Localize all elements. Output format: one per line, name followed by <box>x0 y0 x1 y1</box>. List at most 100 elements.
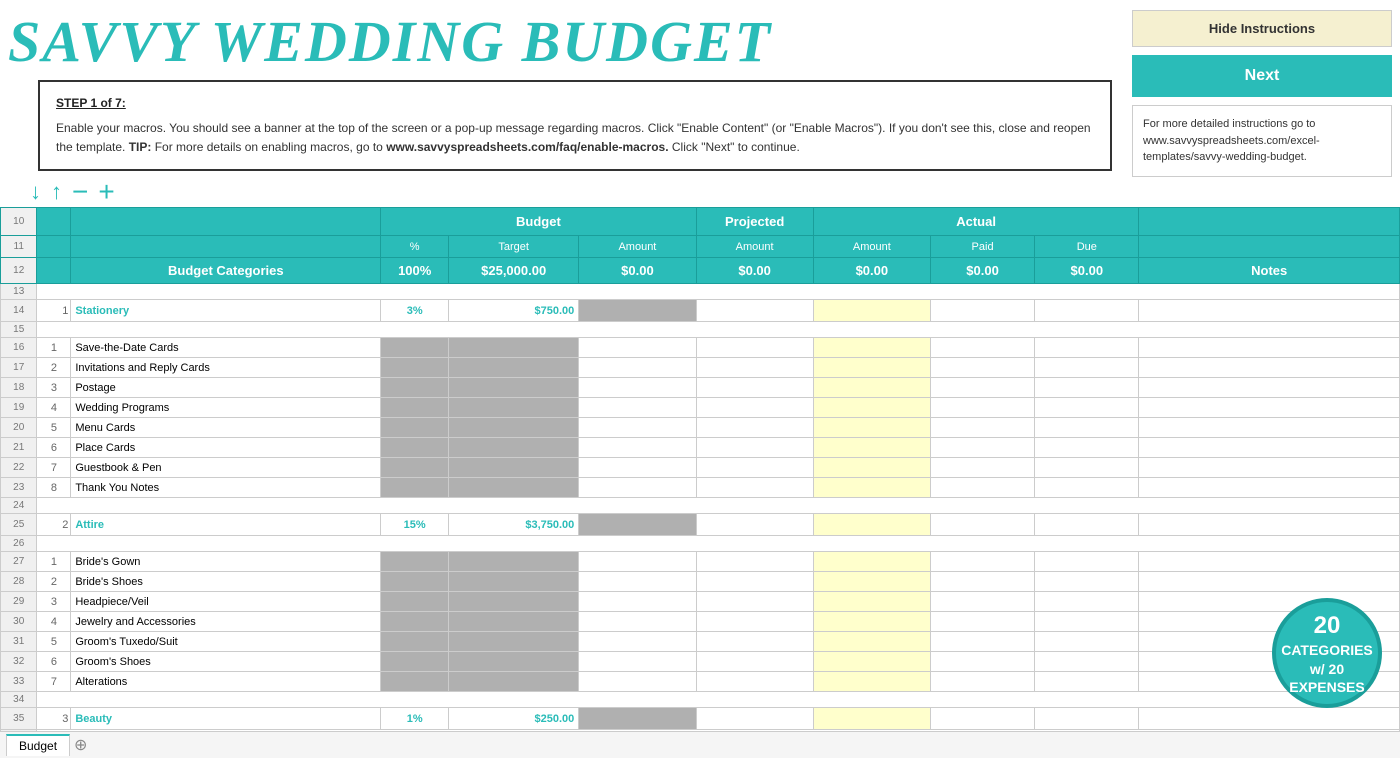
total-target: $25,000.00 <box>449 258 579 284</box>
item-name: Thank You Notes <box>71 478 381 498</box>
sheet-tabs: Budget ⊕ <box>0 731 1400 758</box>
attire-name: Attire <box>71 514 381 536</box>
more-info-box: For more detailed instructions go to www… <box>1132 105 1392 177</box>
empty-cell <box>71 236 381 258</box>
total-paid: $0.00 <box>930 258 1034 284</box>
controls-area: ↓ ↑ − + <box>0 177 1400 207</box>
table-row: 19 4 Wedding Programs <box>1 398 1400 418</box>
notes-label: Notes <box>1139 258 1400 284</box>
table-row: 17 2 Invitations and Reply Cards <box>1 358 1400 378</box>
item-name: Bride's Gown <box>71 552 381 572</box>
table-row: 30 4 Jewelry and Accessories <box>1 612 1400 632</box>
remove-row-button[interactable]: − <box>72 178 88 206</box>
item-name: Postage <box>71 378 381 398</box>
total-proj: $0.00 <box>696 258 813 284</box>
badge-line2: EXPENSES <box>1289 678 1364 696</box>
empty-cell <box>1139 236 1400 258</box>
stationery-name: Stationery <box>71 300 381 322</box>
empty-cell <box>71 208 381 236</box>
header-row-3: 12 Budget Categories 100% $25,000.00 $0.… <box>1 258 1400 284</box>
table-row: 18 3 Postage <box>1 378 1400 398</box>
table-row: 23 8 Thank You Notes <box>1 478 1400 498</box>
item-name: Groom's Shoes <box>71 652 381 672</box>
badge-w: w/ 20 <box>1310 660 1344 678</box>
stationery-act <box>813 300 930 322</box>
beauty-target: $250.00 <box>449 708 579 730</box>
attire-target: $3,750.00 <box>449 514 579 536</box>
table-row: 22 7 Guestbook & Pen <box>1 458 1400 478</box>
empty-row-13: 13 <box>1 284 1400 300</box>
table-row: 29 3 Headpiece/Veil <box>1 592 1400 612</box>
stationery-target: $750.00 <box>449 300 579 322</box>
stationery-notes <box>1139 300 1400 322</box>
item-name: Jewelry and Accessories <box>71 612 381 632</box>
total-amount: $0.00 <box>579 258 696 284</box>
item-name: Menu Cards <box>71 418 381 438</box>
categories-badge: 20 CATEGORIES w/ 20 EXPENSES <box>1272 598 1382 708</box>
table-row: 31 5 Groom's Tuxedo/Suit <box>1 632 1400 652</box>
stationery-due <box>1035 300 1139 322</box>
add-row-button[interactable]: + <box>98 178 114 206</box>
table-row: 32 6 Groom's Shoes <box>1 652 1400 672</box>
attire-pct: 15% <box>381 514 449 536</box>
beauty-pct: 1% <box>381 708 449 730</box>
stationery-amount <box>579 300 696 322</box>
step-title: STEP 1 of 7: <box>56 94 1094 113</box>
empty-row-15: 15 <box>1 322 1400 338</box>
beauty-num: 3 <box>37 708 71 730</box>
app-window: SAVVY WEDDING BUDGET STEP 1 of 7: Enable… <box>0 0 1400 758</box>
stationery-num: 1 <box>37 300 71 322</box>
target-header: Target <box>449 236 579 258</box>
item-name: Place Cards <box>71 438 381 458</box>
table-row: 27 1 Bride's Gown <box>1 552 1400 572</box>
add-sheet-button[interactable]: ⊕ <box>74 735 87 755</box>
proj-amount-header: Amount <box>696 236 813 258</box>
move-down-button[interactable]: ↓ <box>30 179 41 205</box>
due-header: Due <box>1035 236 1139 258</box>
instructions-body: Enable your macros. You should see a ban… <box>56 119 1094 157</box>
beauty-category-row: 35 3 Beauty 1% $250.00 <box>1 708 1400 730</box>
header-row-1: 10 Budget Projected Actual <box>1 208 1400 236</box>
badge-number: 20 <box>1314 610 1341 641</box>
instructions-box: STEP 1 of 7: Enable your macros. You sho… <box>38 80 1112 172</box>
table-row: 20 5 Menu Cards <box>1 418 1400 438</box>
amount-header: Amount <box>579 236 696 258</box>
next-button[interactable]: Next <box>1132 55 1392 97</box>
empty-cell <box>37 258 71 284</box>
budget-tab[interactable]: Budget <box>6 734 70 756</box>
main-title: SAVVY WEDDING BUDGET <box>8 6 1122 74</box>
item-name: Headpiece/Veil <box>71 592 381 612</box>
attire-num: 2 <box>37 514 71 536</box>
stationery-category-row: 14 1 Stationery 3% $750.00 <box>1 300 1400 322</box>
beauty-name: Beauty <box>71 708 381 730</box>
badge-line1: CATEGORIES <box>1281 641 1373 659</box>
row-num-35: 35 <box>1 708 37 730</box>
total-pct: 100% <box>381 258 449 284</box>
row-num-10: 10 <box>1 208 37 236</box>
actual-header: Actual <box>813 208 1139 236</box>
row-num-25: 25 <box>1 514 37 536</box>
hide-instructions-button[interactable]: Hide Instructions <box>1132 10 1392 47</box>
header-row-2: 11 % Target Amount Amount Amount Paid Du… <box>1 236 1400 258</box>
total-act: $0.00 <box>813 258 930 284</box>
right-panel: Hide Instructions Next For more detailed… <box>1132 6 1392 177</box>
stationery-pct: 3% <box>381 300 449 322</box>
pct-header: % <box>381 236 449 258</box>
empty-cell <box>37 208 71 236</box>
table-row: 16 1 Save-the-Date Cards <box>1 338 1400 358</box>
empty-row-24: 24 <box>1 498 1400 514</box>
budget-table: 10 Budget Projected Actual 11 % Target A… <box>0 207 1400 758</box>
empty-row-26: 26 <box>1 536 1400 552</box>
empty-cell <box>37 236 71 258</box>
row-num-12: 12 <box>1 258 37 284</box>
item-name: Alterations <box>71 672 381 692</box>
item-name: Bride's Shoes <box>71 572 381 592</box>
empty-row-34: 34 <box>1 692 1400 708</box>
move-up-button[interactable]: ↑ <box>51 179 62 205</box>
item-name: Guestbook & Pen <box>71 458 381 478</box>
item-name: Invitations and Reply Cards <box>71 358 381 378</box>
table-row: 28 2 Bride's Shoes <box>1 572 1400 592</box>
item-name: Save-the-Date Cards <box>71 338 381 358</box>
empty-cell <box>1139 208 1400 236</box>
attire-category-row: 25 2 Attire 15% $3,750.00 <box>1 514 1400 536</box>
